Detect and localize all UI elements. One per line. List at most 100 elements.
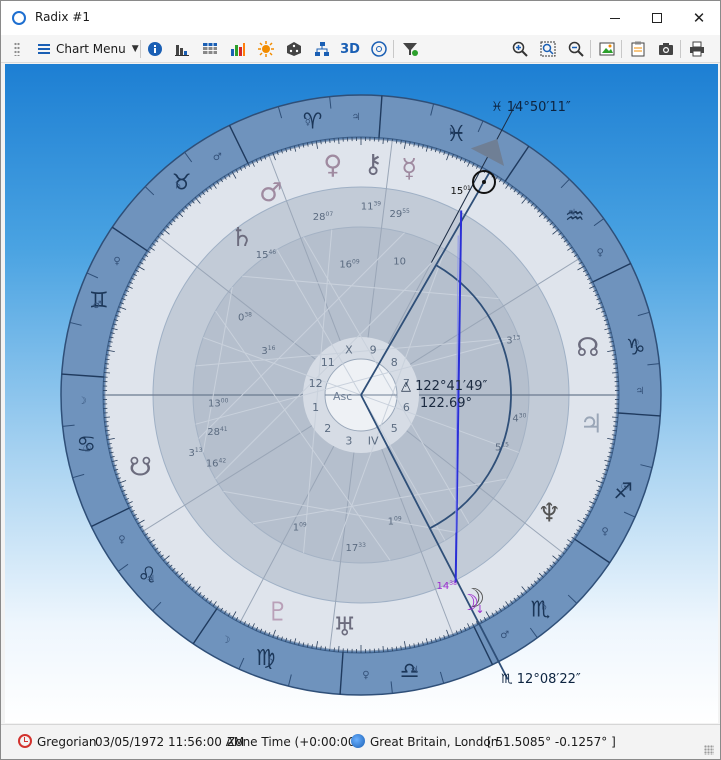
house-number: X [345,344,353,357]
bar-chart-icon[interactable] [172,39,192,59]
column-chart-icon[interactable] [228,39,248,59]
planet-glyph: ♃ [580,409,603,439]
house-number: 6 [403,401,410,414]
planet-glyph: ⚷ [364,149,383,179]
decan-ruler-glyph: ♃ [146,574,155,585]
aspect-angle-label: △ 122°41′49″ [401,379,487,394]
degree-tick [103,416,110,418]
planet-glyph: ☊ [576,333,599,363]
toolbar-separator [140,40,141,58]
window-title: Radix #1 [35,10,90,24]
minimize-button[interactable] [593,1,637,35]
zoom-fit-icon[interactable] [538,39,558,59]
decan-ruler-glyph: ☉ [620,482,629,493]
filter-icon[interactable] [400,39,420,59]
radix-wheel[interactable]: ♋♊♉♈♓♒♑♐♏♎♍♌ ☽♂♀♄♂☿♃♄☿♃♀☽♃☉♀♄♂♃♀♄☽♃♀☉ ♀⚷… [5,64,718,723]
grid-table-icon[interactable] [200,39,220,59]
tree-icon[interactable] [312,39,332,59]
decan-ruler-glyph: ♃ [567,208,576,219]
zoom-in-icon[interactable] [510,39,530,59]
toolbar-separator [680,40,681,58]
house-number: 9 [370,344,377,357]
resize-grip[interactable] [704,745,714,755]
location-label[interactable]: Great Britain, London [370,735,498,749]
house-number: 5 [391,422,398,435]
decan-ruler-glyph: ♃ [635,386,644,397]
decan-ruler-glyph: ♄ [540,602,549,613]
decan-ruler-glyph: ♂ [213,152,222,163]
3d-icon[interactable]: 3D [338,39,362,59]
house-number: 3 [345,434,352,447]
decan-ruler-glyph: ♃ [410,665,419,676]
image-export-icon[interactable] [597,39,617,59]
chevron-down-icon: ▼ [131,44,139,54]
decan-ruler-glyph: ♀ [596,247,603,258]
house-number: 12 [309,377,323,390]
sun-icon[interactable] [256,39,276,59]
degree-tick [324,646,327,651]
planet-glyph: ♂ [259,178,282,208]
decan-ruler-glyph: ♄ [173,180,182,191]
decan-ruler-glyph: ☽ [78,396,87,407]
degree-tick [105,358,110,361]
planet-glyph: ☋ [129,453,152,483]
toolbar-grip[interactable] [14,42,20,56]
print-icon[interactable] [687,39,707,59]
house-number: 2 [324,422,331,435]
calendar-label[interactable]: Gregorian [37,735,97,749]
status-bar: Gregorian 03/05/1972 11:56:00 AM Zone Ti… [1,724,720,759]
degree-tick [395,139,398,144]
degree-tick [395,646,398,651]
decan-ruler-glyph: ♃ [352,112,361,123]
camera-icon[interactable] [656,39,676,59]
house-number: 8 [391,356,398,369]
chart-menu-button[interactable]: Chart Menu ▼ [35,38,142,60]
degree-tick [612,416,619,418]
cd-icon[interactable] [369,39,389,59]
zone-label[interactable]: Zone Time (+0:00:00) [227,735,360,749]
radix-chart-area[interactable]: ♋♊♉♈♓♒♑♐♏♎♍♌ ☽♂♀♄♂☿♃♄☿♃♀☽♃☉♀♄♂♃♀♄☽♃♀☉ ♀⚷… [5,64,718,723]
toolbar: Chart Menu ▼ 3D [1,35,720,63]
degree-tick [103,372,110,374]
house-number: 1 [312,401,319,414]
house-number: IV [368,434,379,447]
decan-ruler-glyph: ☉ [83,444,92,455]
decan-ruler-glyph: ☿ [305,117,311,128]
toolbar-separator [621,40,622,58]
decan-ruler-glyph: ☽ [630,338,639,349]
planet-glyph: ♅ [333,612,356,642]
chart-menu-label: Chart Menu [56,42,126,56]
degree-tick [338,137,340,144]
cusp-degree-label: 10 [393,256,406,267]
degree-tick [324,139,327,144]
decan-ruler-glyph: ♀ [113,256,120,267]
decan-ruler-glyph: ♂ [93,300,102,311]
globe-icon [351,734,365,748]
decan-ruler-glyph: ♄ [447,127,456,138]
degree-tick [382,646,384,653]
degree-tick [338,646,340,653]
decan-ruler-glyph: ♄ [266,655,275,666]
clipboard-icon[interactable] [628,39,648,59]
coordinates-label[interactable]: [ 51.5085° -0.1257° ] [487,735,616,749]
planet-glyph: ♆ [538,499,561,529]
planet-glyph: ♄ [230,223,253,253]
degree-tick [612,358,617,361]
degree-tick [612,372,619,374]
info-icon[interactable] [145,39,165,59]
decan-ruler-glyph: ☽ [221,635,230,646]
decan-ruler-glyph: ♀ [118,535,125,546]
close-button[interactable]: ✕ [677,1,721,35]
zoom-out-icon[interactable] [566,39,586,59]
planet-glyph: ♇ [266,598,289,628]
datetime-label[interactable]: 03/05/1972 11:56:00 AM [95,735,244,749]
asc-label: Asc [333,390,352,403]
top-degree-label: ♓ 14°50′11″ [491,100,571,115]
planet-glyph: ♀ [323,151,342,181]
house-number: 11 [321,356,335,369]
dice-icon[interactable] [284,39,304,59]
toolbar-separator [590,40,591,58]
moon-direction-icon: ↓ [475,603,484,616]
planet-glyph: ☿ [401,154,417,184]
maximize-button[interactable] [635,1,679,35]
